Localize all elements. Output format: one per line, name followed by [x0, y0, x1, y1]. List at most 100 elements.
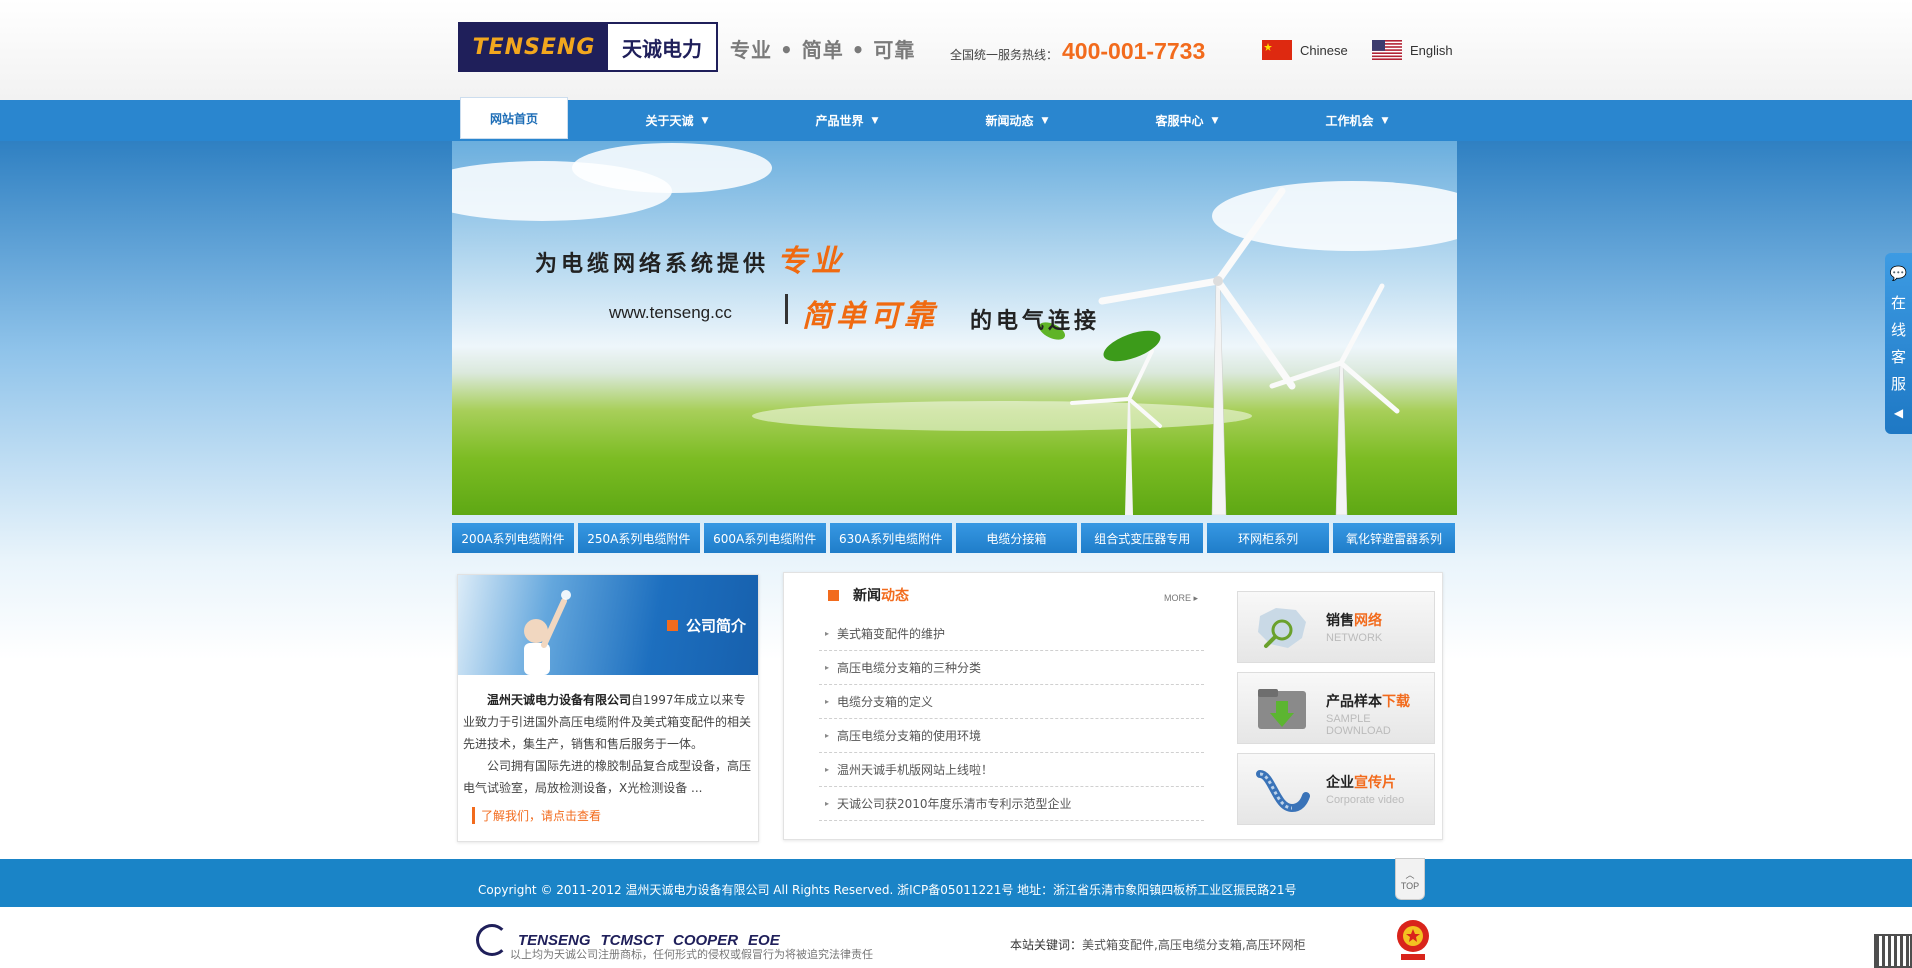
about-image: 公司简介 [458, 575, 758, 675]
about-more-link[interactable]: 了解我们，请点击查看 [472, 807, 758, 824]
news-item[interactable]: ▸ 电缆分支箱的定义 [819, 685, 1204, 719]
bullet-arrow-icon: ▸ [825, 799, 830, 808]
nav-item-products[interactable]: 产品世界 ▼ [762, 112, 932, 129]
orange-square-icon [666, 620, 678, 631]
china-flag-icon [1262, 40, 1292, 60]
news-title-a: 新闻 [853, 588, 881, 604]
china-map-magnifier-icon [1258, 608, 1306, 648]
keywords-label: 本站关键词： [1010, 938, 1083, 952]
category-250a[interactable]: 250A系列电缆附件 [577, 523, 700, 553]
folder-download-icon [1258, 689, 1306, 729]
caret-down-icon: ▼ [871, 115, 879, 126]
category-arrester[interactable]: 氧化锌避雷器系列 [1333, 523, 1455, 553]
category-ring-main[interactable]: 环网柜系列 [1207, 523, 1330, 553]
news-item[interactable]: ▸ 天诚公司获2010年度乐清市专利示范型企业 [819, 787, 1204, 821]
card-title-a: 产品样本 [1326, 694, 1382, 710]
nav-item-about[interactable]: 关于天诚 ▼ [592, 112, 762, 129]
sample-download-card[interactable]: 产品样本下载 SAMPLE DOWNLOAD [1237, 672, 1435, 744]
corporate-video-card[interactable]: 企业宣传片 Corporate video [1237, 753, 1435, 825]
news-more-link[interactable]: MORE ▸ [1164, 593, 1198, 604]
service-char: 在 [1890, 294, 1906, 312]
caret-down-icon: ▼ [1381, 115, 1389, 126]
category-200a[interactable]: 200A系列电缆附件 [452, 523, 574, 553]
nav-item-news[interactable]: 新闻动态 ▼ [932, 112, 1102, 129]
nav-item-label: 产品世界 [815, 114, 864, 128]
nav-item-service[interactable]: 客服中心 ▼ [1102, 112, 1272, 129]
copyright-text: Copyright © 2011-2012 温州天诚电力设备有限公司 All R… [478, 883, 1297, 897]
caret-down-icon: ▼ [1041, 115, 1049, 126]
card-title: 企业宣传片 [1326, 772, 1396, 792]
qr-code-icon [1874, 934, 1912, 968]
nav-item-label: 客服中心 [1155, 114, 1204, 128]
main-nav: 网站首页 关于天诚 ▼ 产品世界 ▼ 新闻动态 ▼ 客服中心 ▼ 工作机会 ▼ [452, 97, 1455, 141]
product-category-bar: 200A系列电缆附件 250A系列电缆附件 600A系列电缆附件 630A系列电… [452, 523, 1455, 553]
usa-flag-icon [1372, 40, 1402, 60]
bullet-arrow-icon: ▸ [825, 765, 830, 774]
news-item[interactable]: ▸ 温州天诚手机版网站上线啦！ [819, 753, 1204, 787]
chevron-up-icon: ︿ [1405, 869, 1415, 880]
wind-turbines-illustration [1038, 187, 1400, 515]
site-keywords: 本站关键词：美式箱变配件,高压电缆分支箱,高压环网柜 [1010, 936, 1306, 953]
category-630a[interactable]: 630A系列电缆附件 [829, 523, 952, 553]
banner-accent-reliable: 简单可靠 [802, 299, 938, 334]
chat-bubble-icon: 💬 [1889, 266, 1908, 282]
lang-english-link[interactable]: English [1372, 40, 1453, 60]
news-item-title: 高压电缆分支箱的使用环境 [837, 729, 982, 743]
news-panel: 新闻动态 MORE ▸ ▸ 美式箱变配件的维护 ▸ 高压电缆分支箱的三种分类 ▸ 电缆… [783, 572, 1443, 840]
hotline-label: 全国统一服务热线： [950, 48, 1059, 62]
card-subtitle: SAMPLE DOWNLOAD [1326, 713, 1391, 737]
card-title-b: 网络 [1354, 613, 1382, 629]
service-char: 线 [1890, 321, 1906, 339]
boy-illustration [524, 590, 571, 675]
news-item-title: 高压电缆分支箱的三种分类 [837, 661, 982, 675]
card-title-b: 宣传片 [1354, 775, 1396, 791]
caret-down-icon: ▼ [1211, 115, 1219, 126]
news-item[interactable]: ▸ 美式箱变配件的维护 [819, 617, 1204, 651]
about-title: 公司简介 [666, 615, 746, 636]
banner-headline: 为电缆网络系统提供 [535, 252, 770, 277]
back-to-top-button[interactable]: ︿ TOP [1395, 858, 1425, 900]
company-name: 温州天诚电力设备有限公司 [487, 693, 632, 707]
news-item-title: 美式箱变配件的维护 [837, 627, 946, 641]
bullet-arrow-icon: ▸ [825, 629, 830, 638]
news-item-title: 温州天诚手机版网站上线啦！ [837, 763, 994, 777]
news-item-title: 天诚公司获2010年度乐清市专利示范型企业 [837, 797, 1072, 811]
lang-chinese-link[interactable]: Chinese [1262, 40, 1348, 60]
logo-cn: 天诚电力 [608, 24, 716, 70]
about-title-label: 公司简介 [685, 617, 746, 635]
orange-square-icon [828, 589, 839, 601]
category-transformer[interactable]: 组合式变压器专用 [1081, 523, 1204, 553]
news-item[interactable]: ▸ 高压电缆分支箱的三种分类 [819, 651, 1204, 685]
tenseng-mark-icon [476, 924, 508, 956]
nav-item-jobs[interactable]: 工作机会 ▼ [1272, 112, 1442, 129]
logo-en: TENSENG [460, 24, 608, 70]
hero-banner[interactable]: 为电缆网络系统提供 专业 www.tenseng.cc 简单可靠 的电气连接 [452, 141, 1457, 515]
card-title-a: 销售 [1326, 613, 1354, 629]
card-subtitle: NETWORK [1326, 632, 1383, 644]
online-service-tab[interactable]: 💬 在 线 客 服 ◀ [1885, 253, 1912, 434]
nav-item-label: 工作机会 [1325, 114, 1374, 128]
card-subtitle: Corporate video [1326, 794, 1405, 806]
sales-network-card[interactable]: 销售网络 NETWORK [1237, 591, 1435, 663]
category-branch-box[interactable]: 电缆分接箱 [955, 523, 1078, 553]
banner-tagline: 的电气连接 [970, 309, 1101, 334]
quick-links: 销售网络 NETWORK 产品样本下载 SAMPLE DOWNLOAD 企业宣传… [1237, 591, 1435, 834]
site-logo[interactable]: TENSENG 天诚电力 [458, 22, 718, 72]
card-title: 销售网络 [1326, 610, 1382, 630]
bullet-arrow-icon: ▸ [825, 663, 830, 672]
nav-home[interactable]: 网站首页 [460, 97, 568, 139]
slogan: 专业 • 简单 • 可靠 [730, 38, 916, 62]
about-text: 温州天诚电力设备有限公司自1997年成立以来专业致力于引进国外高压电缆附件及美式… [458, 675, 758, 799]
bullet-arrow-icon: ▸ [825, 697, 830, 706]
news-item-title: 电缆分支箱的定义 [837, 695, 934, 709]
news-list: ▸ 美式箱变配件的维护 ▸ 高压电缆分支箱的三种分类 ▸ 电缆分支箱的定义 ▸ 高压电缆… [819, 617, 1204, 821]
service-char: 服 [1890, 375, 1906, 393]
police-badge-icon[interactable] [1395, 918, 1431, 962]
news-item[interactable]: ▸ 高压电缆分支箱的使用环境 [819, 719, 1204, 753]
banner-accent-professional: 专业 [777, 244, 845, 279]
hotline-number: 400-001-7733 [1062, 38, 1206, 64]
category-600a[interactable]: 600A系列电缆附件 [703, 523, 826, 553]
keywords-value: 美式箱变配件,高压电缆分支箱,高压环网柜 [1082, 938, 1306, 952]
card-title-a: 企业 [1326, 775, 1354, 791]
caret-down-icon: ▼ [701, 115, 709, 126]
